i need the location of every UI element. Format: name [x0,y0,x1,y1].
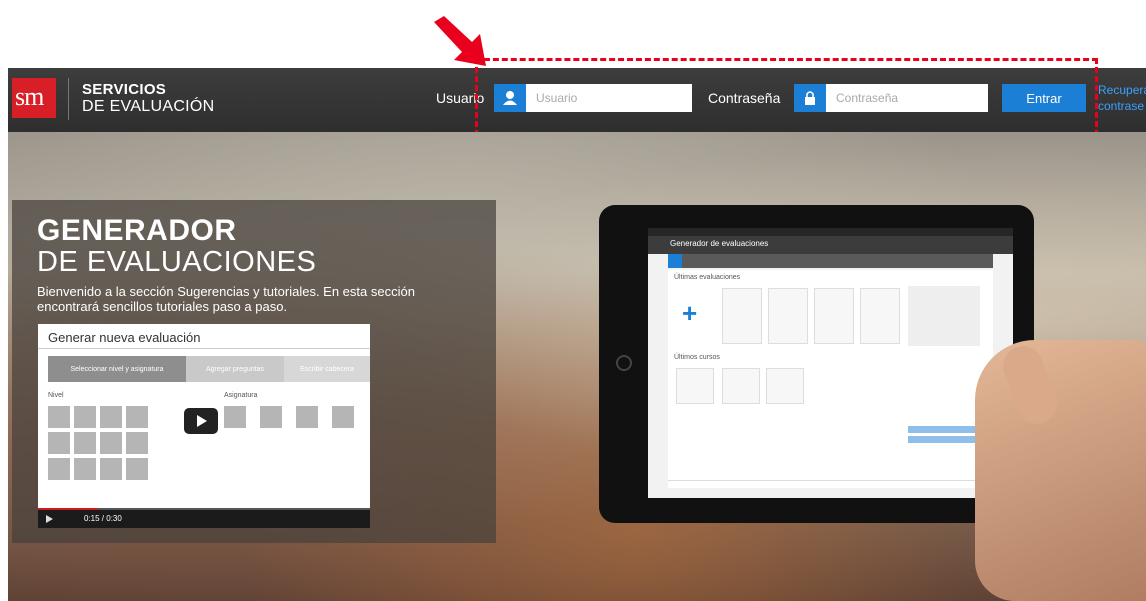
hero-title-line2: DE EVALUACIONES [37,246,317,278]
tablet-courses-heading: Últimos cursos [674,354,720,361]
tablet-screen: Generador de evaluaciones Últimas evalua… [648,228,1013,498]
brand-name-line1: SERVICIOS [82,81,167,98]
video-divider [38,348,370,349]
tablet-course-card [766,368,804,404]
tablet-footer-line [668,480,993,481]
video-steps: Seleccionar nivel y asignatura Agregar p… [48,356,370,382]
video-step-3: Escribir cabecera [284,356,370,382]
level-tile [48,458,70,480]
video-step-1: Seleccionar nivel y asignatura [48,356,186,382]
logo-divider [68,78,69,120]
level-tile [100,458,122,480]
hand-image [975,340,1146,601]
tablet-side-button [908,436,978,443]
tablet-home-icon [668,254,682,268]
subject-tile [260,406,282,428]
level-tile [74,458,96,480]
hero-intro-text: Bienvenido a la sección Sugerencias y tu… [37,284,415,314]
level-tile [100,432,122,454]
level-tile [100,406,122,428]
tablet-home-button [616,355,632,371]
tablet-course-card [676,368,714,404]
recover-link-line2: contrase [1098,99,1145,113]
brand-logo-text: sm [15,82,44,111]
tutorial-video[interactable]: Generar nueva evaluación Seleccionar niv… [38,324,370,528]
tablet-eval-card [722,288,762,344]
video-title: Generar nueva evaluación [48,330,201,345]
play-icon[interactable] [184,408,218,434]
level-tile [126,406,148,428]
video-time: 0:15 / 0:30 [84,514,122,523]
tablet-nav [668,254,993,268]
level-tile [48,406,70,428]
hero-title-line1: GENERADOR [37,214,237,247]
brand-logo[interactable]: sm [12,78,56,118]
level-tile [74,406,96,428]
tablet-eval-card [768,288,808,344]
subject-tile [296,406,318,428]
tablet-course-card [722,368,760,404]
recover-link-line1: Recupera [1098,83,1146,97]
tablet-eval-card [860,288,900,344]
plus-icon: + [682,298,698,328]
recover-password-link[interactable]: Recupera contrase [1098,82,1146,114]
video-step-2: Agregar preguntas [186,356,284,382]
login-highlight-annotation [475,58,1098,136]
tablet-status-bar [648,228,1013,236]
level-tile [126,432,148,454]
level-tile [126,458,148,480]
tablet-side-button [908,426,978,433]
subject-tile [332,406,354,428]
tablet-calendar [908,286,980,346]
tablet-recent-heading: Últimas evaluaciones [674,274,741,281]
level-tile [74,432,96,454]
video-play-button-icon[interactable] [46,515,53,523]
brand-name-line2: DE EVALUACIÓN [82,98,215,115]
subject-tile [224,406,246,428]
video-subject-label: Asignatura [224,392,258,399]
tablet-app-title: Generador de evaluaciones [670,239,769,248]
level-tile [48,432,70,454]
video-level-label: Nivel [48,392,64,399]
tablet-eval-card [814,288,854,344]
